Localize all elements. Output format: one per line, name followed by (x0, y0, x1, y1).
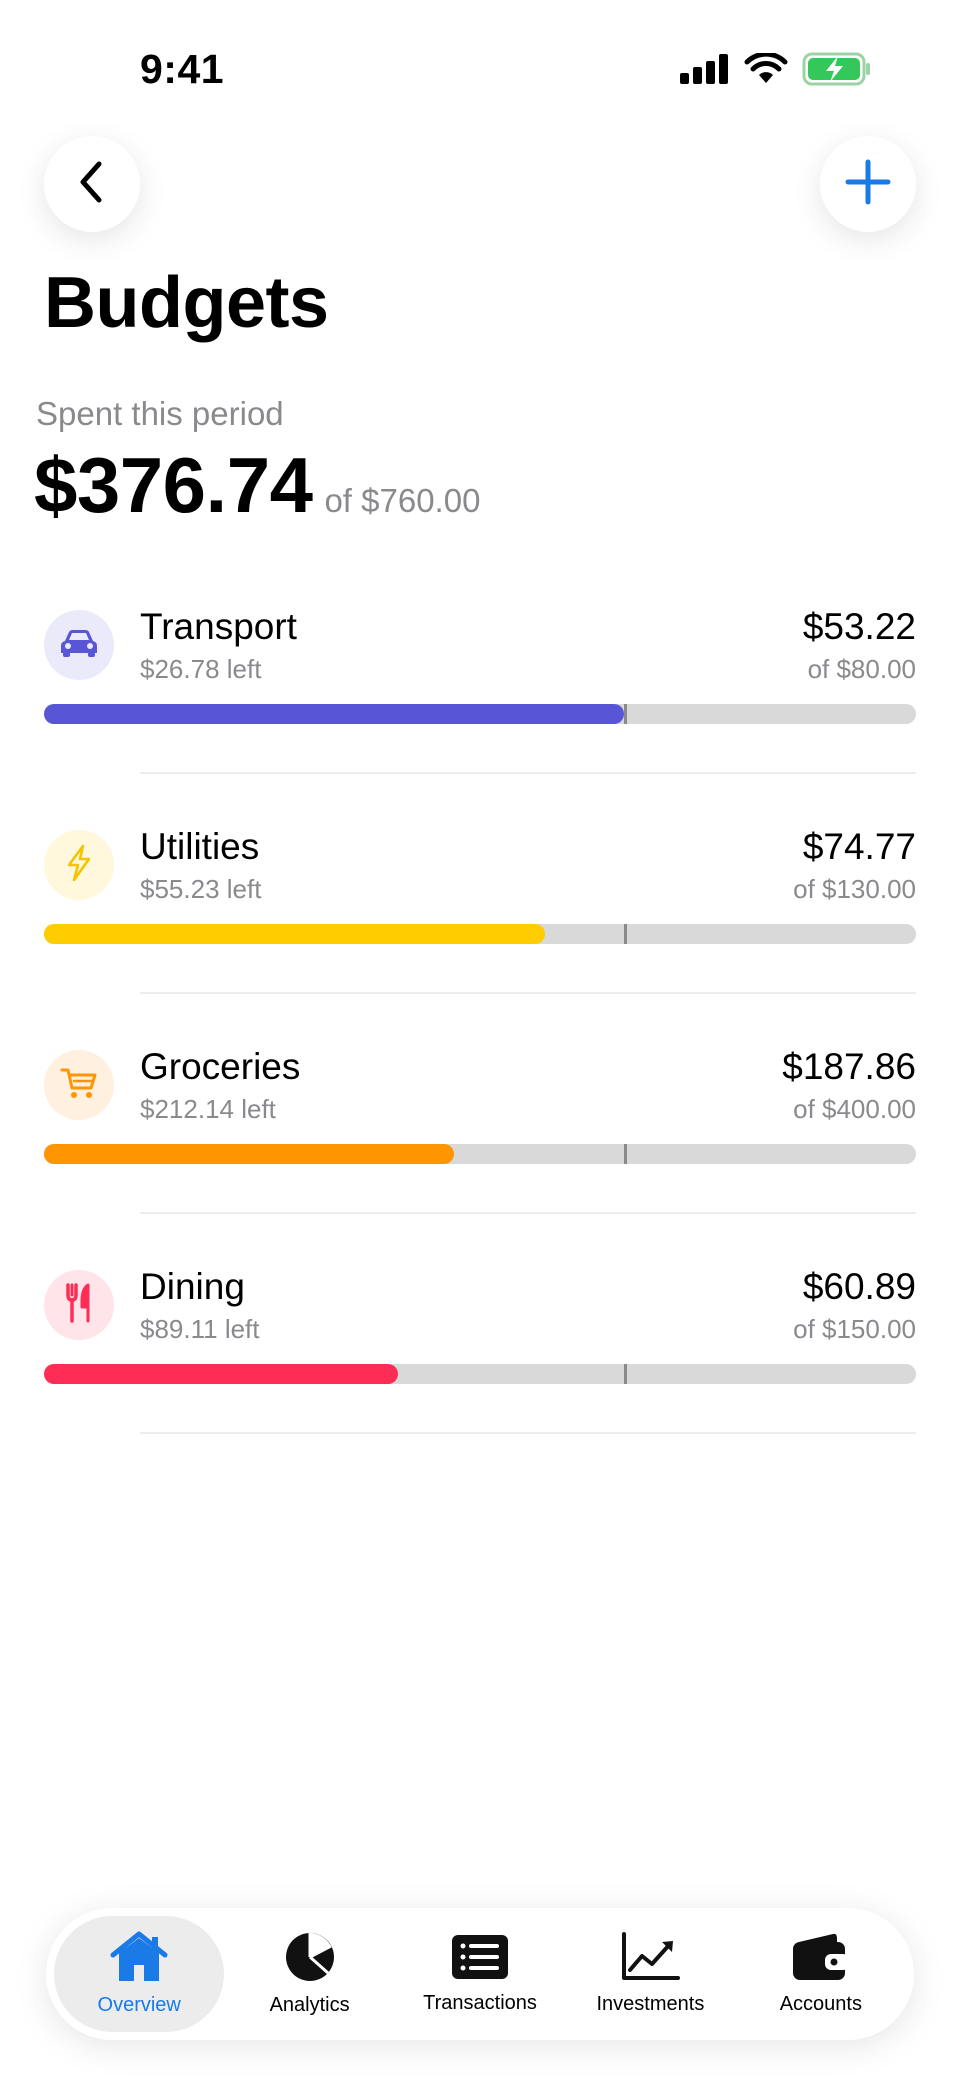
chevron-left-icon (72, 158, 112, 211)
car-icon (59, 627, 99, 664)
spent-label: Spent this period (36, 395, 284, 432)
status-time: 9:41 (140, 46, 225, 92)
tab-bar: Overview Analytics Transactions Investme… (46, 1908, 914, 2040)
status-bar: 9:41 (0, 0, 960, 130)
budget-name: Transport (140, 606, 297, 647)
trend-chart-icon (620, 1932, 681, 1987)
tab-label: Transactions (423, 1992, 537, 2014)
budget-spent: $53.22 (802, 606, 916, 647)
signal-icon (680, 54, 730, 89)
spent-amount: $376.74 (34, 441, 313, 529)
budget-remaining: $89.11 left (140, 1314, 260, 1344)
budget-icon-badge (44, 610, 114, 680)
period-marker (624, 1364, 627, 1384)
tab-transactions[interactable]: Transactions (395, 1916, 565, 2032)
cart-icon (60, 1066, 98, 1105)
budget-limit: of $150.00 (793, 1314, 916, 1344)
budget-item-utilities[interactable]: Utilities $55.23 left $74.77 of $130.00 (0, 816, 960, 1036)
budget-progress-fill (44, 704, 624, 724)
wallet-icon (791, 1932, 851, 1987)
divider (140, 1432, 916, 1434)
tab-label: Investments (596, 1993, 705, 2015)
budget-item-transport[interactable]: Transport $26.78 left $53.22 of $80.00 (0, 596, 960, 816)
tab-analytics[interactable]: Analytics (224, 1916, 394, 2032)
budget-limit: of $80.00 (807, 654, 916, 684)
budget-icon-badge (44, 1270, 114, 1340)
budget-progress-fill (44, 1364, 398, 1384)
budget-name: Utilities (140, 826, 260, 867)
tab-investments[interactable]: Investments (565, 1916, 735, 2032)
budget-progress-fill (44, 924, 545, 944)
budget-limit: of $130.00 (793, 874, 916, 904)
add-budget-button[interactable] (820, 136, 916, 232)
tab-overview[interactable]: Overview (54, 1916, 225, 2032)
page-title: Budgets (44, 263, 329, 343)
budget-progress-bar (44, 1364, 916, 1384)
tab-accounts[interactable]: Accounts (736, 1916, 906, 2032)
back-button[interactable] (44, 136, 140, 232)
budget-name: Groceries (140, 1046, 301, 1087)
wifi-icon (744, 51, 788, 90)
budget-spent: $187.86 (782, 1046, 916, 1087)
budget-progress-bar (44, 1144, 916, 1164)
tab-label: Accounts (779, 1993, 862, 2015)
budget-spent: $74.77 (802, 826, 916, 867)
status-icons (680, 51, 872, 91)
battery-charging-icon (802, 52, 872, 91)
budget-item-groceries[interactable]: Groceries $212.14 left $187.86 of $400.0… (0, 1036, 960, 1256)
budget-icon-badge (44, 1050, 114, 1120)
period-marker (624, 704, 627, 724)
budget-remaining: $212.14 left (140, 1094, 276, 1124)
budget-progress-fill (44, 1144, 454, 1164)
budget-item-dining[interactable]: Dining $89.11 left $60.89 of $150.00 (0, 1256, 960, 1476)
divider (140, 992, 916, 994)
budget-icon-badge (44, 830, 114, 900)
budget-limit: of $400.00 (793, 1094, 916, 1124)
budget-name: Dining (140, 1266, 245, 1307)
budget-progress-bar (44, 704, 916, 724)
budget-progress-bar (44, 924, 916, 944)
list-icon (450, 1933, 510, 1986)
bolt-icon (64, 844, 94, 887)
tab-label: Analytics (269, 1994, 350, 2016)
period-marker (624, 924, 627, 944)
plus-icon (845, 159, 891, 210)
period-marker (624, 1144, 627, 1164)
tab-label: Overview (97, 1994, 181, 2016)
pie-chart-icon (284, 1931, 336, 1988)
spent-total: of $760.00 (324, 482, 481, 519)
home-icon (109, 1931, 169, 1988)
spent-summary: $376.74 of $760.00 (34, 440, 480, 531)
divider (140, 772, 916, 774)
fork-knife-icon (64, 1282, 94, 1328)
budget-list: Transport $26.78 left $53.22 of $80.00 U… (0, 596, 960, 1476)
budget-remaining: $55.23 left (140, 874, 262, 904)
budget-spent: $60.89 (802, 1266, 916, 1307)
divider (140, 1212, 916, 1214)
budget-remaining: $26.78 left (140, 654, 262, 684)
